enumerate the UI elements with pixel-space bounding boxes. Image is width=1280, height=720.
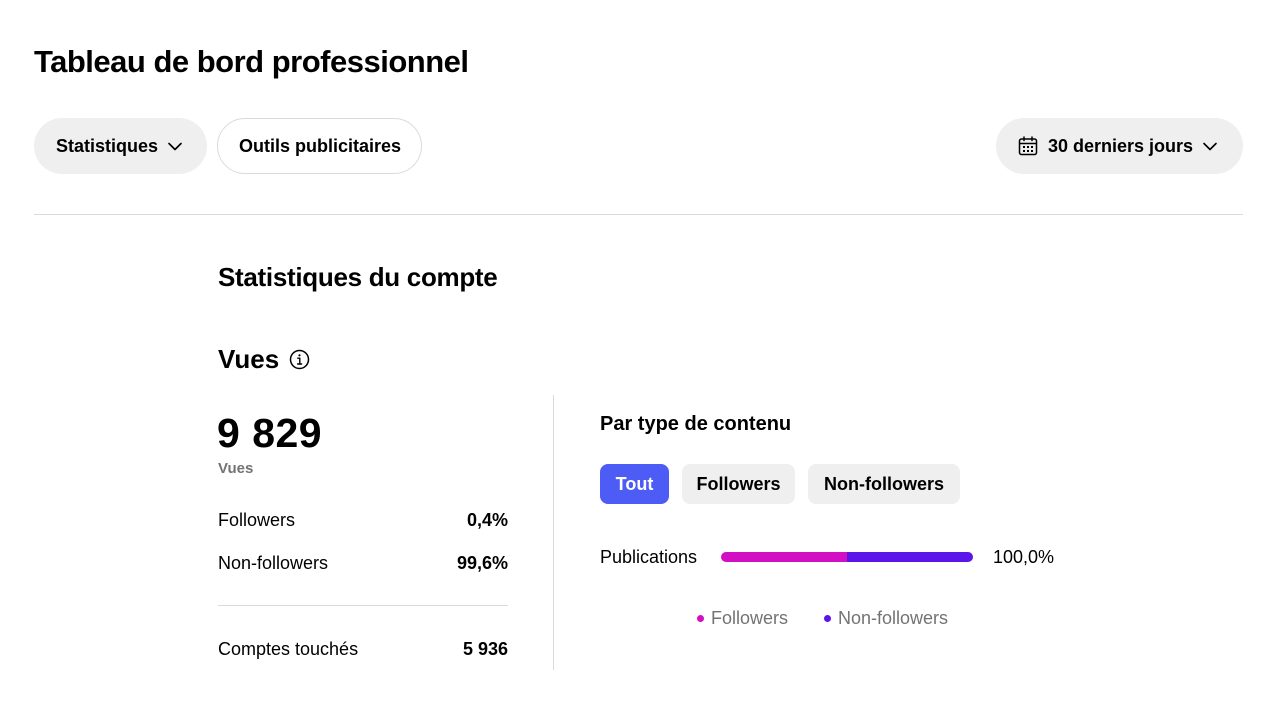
stat-label: Comptes touchés [218, 639, 359, 659]
metric-title-label: Vues [218, 344, 280, 374]
chevron-down-icon [168, 142, 182, 150]
ad-tools-label: Outils publicitaires [239, 135, 402, 156]
calendar-icon [1018, 136, 1038, 156]
legend-item-nonfollowers: Non-followers [824, 608, 948, 629]
info-icon[interactable] [289, 349, 310, 370]
stats-divider [218, 605, 508, 606]
tab-followers[interactable]: Followers [682, 464, 795, 504]
tab-nonfollowers[interactable]: Non-followers [808, 464, 960, 504]
header-divider [34, 214, 1243, 215]
bar-segment-nonfollowers [847, 552, 973, 562]
date-range-label: 30 derniers jours [1048, 135, 1194, 156]
statistics-dropdown[interactable]: Statistiques [34, 118, 207, 174]
chevron-down-icon [1203, 142, 1217, 150]
stat-label: Followers [218, 510, 296, 530]
page-title: Tableau de bord professionnel [34, 44, 469, 79]
metric-title: Vues [218, 344, 310, 375]
legend-dot [697, 615, 704, 622]
section-title: Statistiques du compte [218, 262, 498, 292]
date-range-dropdown[interactable]: 30 derniers jours [996, 118, 1243, 174]
stat-value: 0,4% [466, 510, 508, 530]
column-divider [553, 395, 554, 670]
total-views-label: Vues [218, 460, 254, 477]
tab-all[interactable]: Tout [600, 464, 669, 504]
publications-label: Publications [600, 547, 698, 567]
legend-label: Followers [711, 608, 789, 628]
dashboard-page: Tableau de bord professionnel Statistiqu… [0, 0, 1280, 720]
stat-label: Non-followers [218, 553, 329, 573]
content-type-title: Par type de contenu [600, 413, 792, 435]
publications-bar [721, 552, 973, 562]
toolbar: Statistiques Outils publicitaires 30 der… [34, 118, 1243, 174]
bar-segment-followers [721, 552, 847, 562]
ad-tools-button[interactable]: Outils publicitaires [217, 118, 422, 174]
publications-value: 100,0% [993, 547, 1055, 567]
legend-item-followers: Followers [697, 608, 788, 629]
stat-row-followers: Followers 0,4% [218, 510, 508, 531]
stat-value: 5 936 [462, 639, 508, 659]
stat-row-accounts-reached: Comptes touchés 5 936 [218, 639, 508, 660]
stat-row-nonfollowers: Non-followers 99,6% [218, 553, 508, 574]
statistics-dropdown-label: Statistiques [56, 135, 159, 156]
legend-label: Non-followers [838, 608, 949, 628]
stat-value: 99,6% [456, 553, 508, 573]
total-views-value: 9 829 [217, 410, 323, 456]
legend-dot [824, 615, 831, 622]
